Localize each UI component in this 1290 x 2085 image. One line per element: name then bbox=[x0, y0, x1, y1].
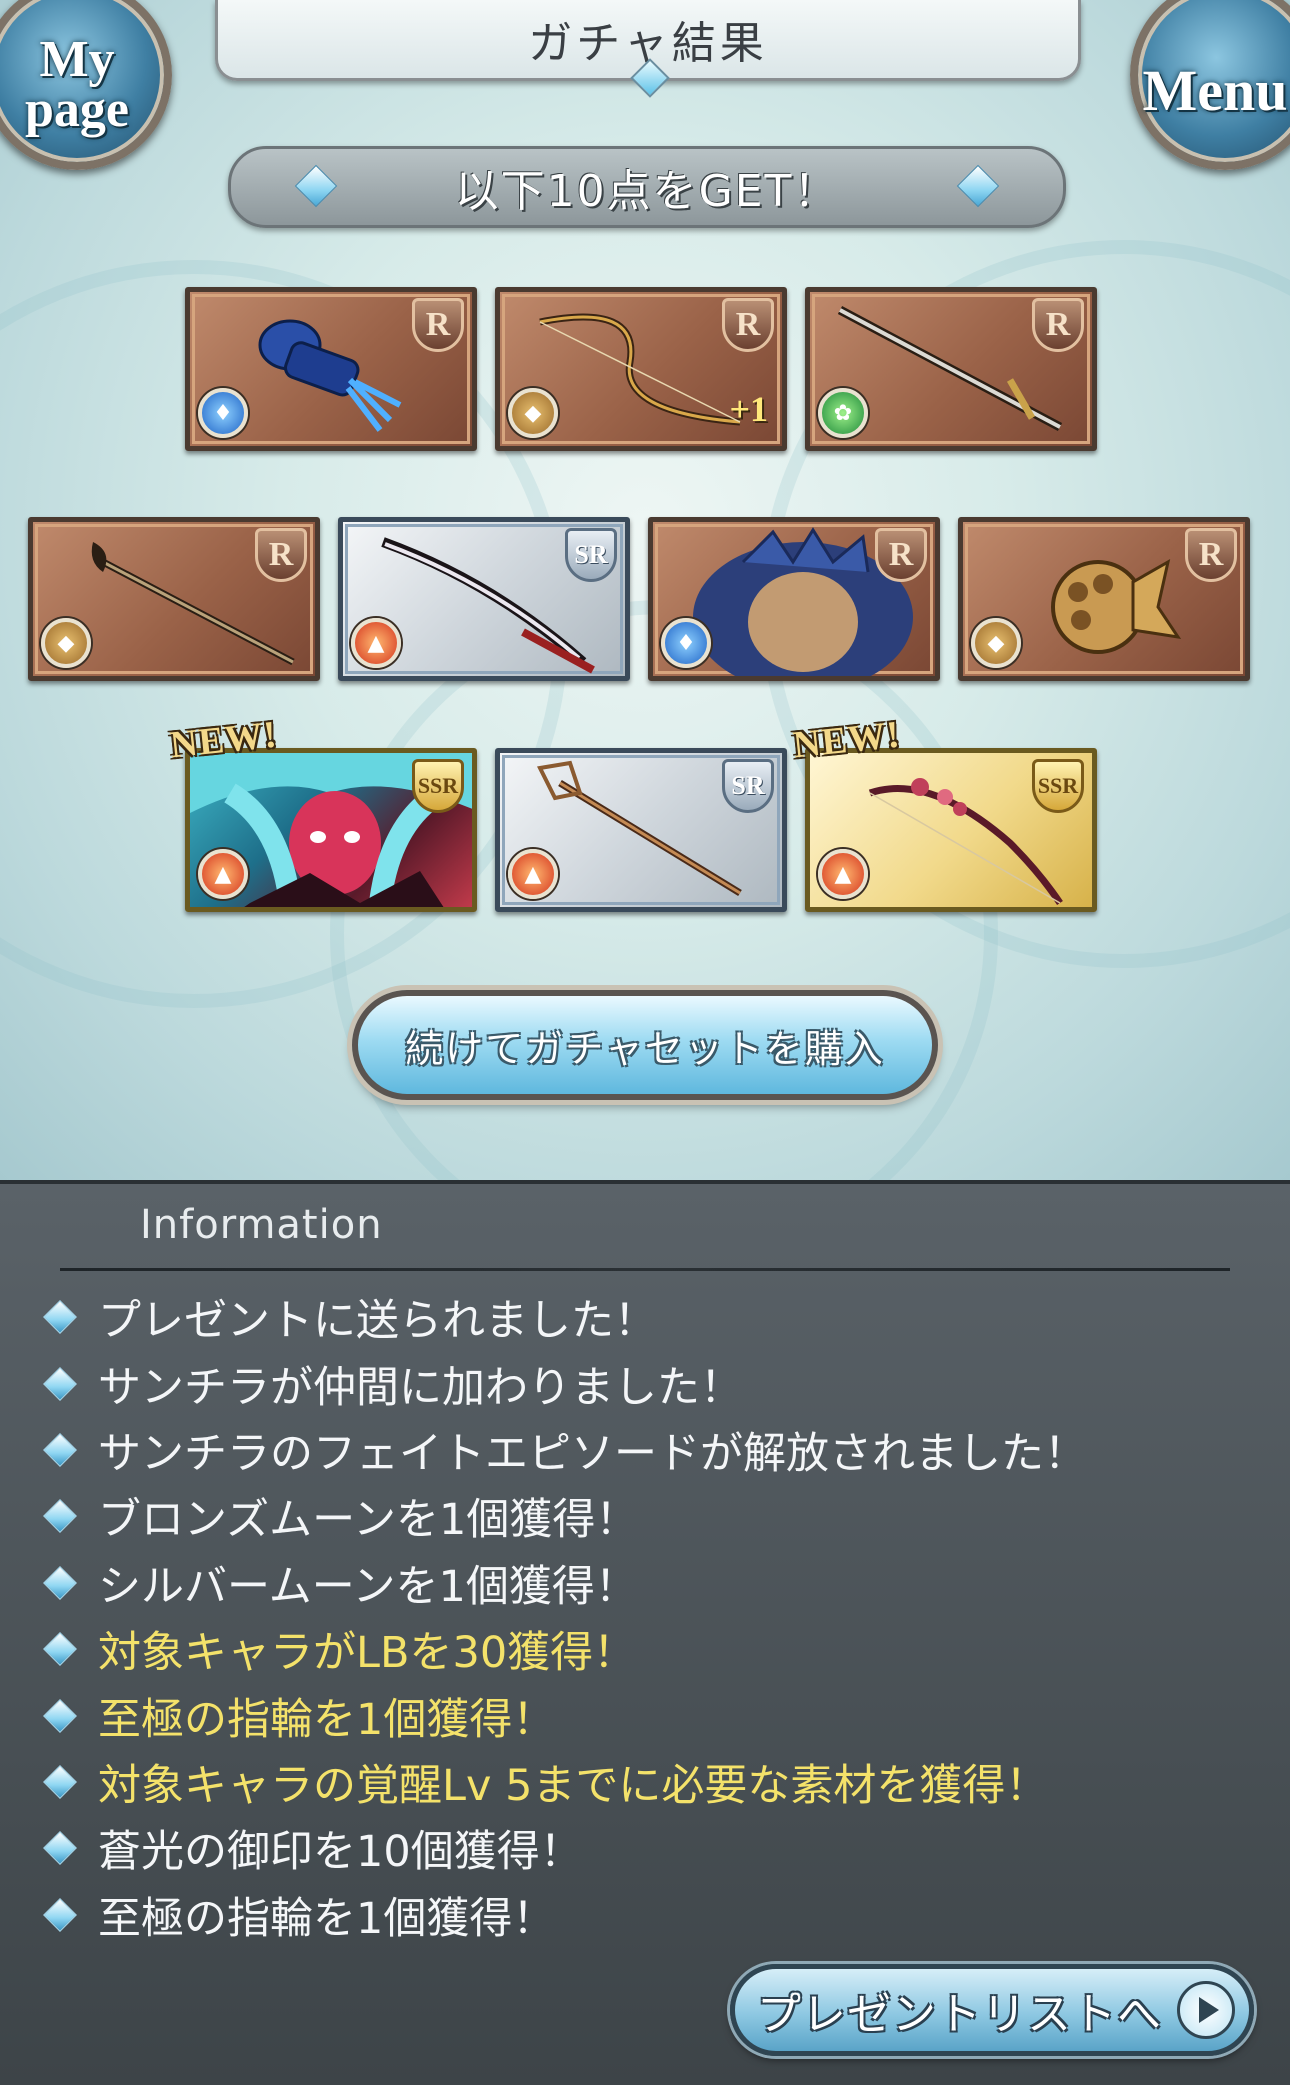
buy-gacha-set-button[interactable]: 続けてガチャセットを購入 bbox=[352, 990, 938, 1100]
info-item: サンチラが仲間に加わりました！ bbox=[38, 1350, 1258, 1416]
info-item: サンチラのフェイトエピソードが解放されました！ bbox=[38, 1417, 1258, 1483]
earth-element-icon: ◆ bbox=[971, 618, 1021, 668]
info-item: シルバームーンを1個獲得！ bbox=[38, 1550, 1258, 1616]
earth-element-icon: ◆ bbox=[41, 618, 91, 668]
result-card[interactable]: R ◆ bbox=[958, 517, 1250, 681]
info-item-text: 至極の指輪を1個獲得！ bbox=[98, 1694, 556, 1745]
info-item-text: 対象キャラがLBを30獲得！ bbox=[98, 1628, 637, 1679]
result-card[interactable]: R ◆ bbox=[28, 517, 320, 681]
info-item: 至極の指輪を1個獲得！ bbox=[38, 1682, 1258, 1748]
rarity-badge: R bbox=[1032, 298, 1084, 352]
play-arrow-icon bbox=[1177, 1981, 1235, 2039]
water-element-icon: ♦ bbox=[198, 388, 248, 438]
divider bbox=[60, 1268, 1230, 1271]
rarity-badge: R bbox=[1185, 528, 1237, 582]
rarity-badge: R bbox=[722, 298, 774, 352]
buy-gacha-set-label: 続けてガチャセットを購入 bbox=[405, 1026, 885, 1071]
diamond-bullet-icon bbox=[43, 1764, 77, 1799]
diamond-bullet-icon bbox=[43, 1300, 77, 1335]
result-card[interactable]: R ♦ bbox=[185, 287, 477, 451]
info-item: 至極の指輪を1個獲得！ bbox=[38, 1882, 1258, 1948]
fire-element-icon: ▲ bbox=[508, 849, 558, 899]
present-list-label: プレゼントリストへ bbox=[757, 1989, 1162, 2040]
info-item-text: サンチラのフェイトエピソードが解放されました！ bbox=[98, 1428, 1087, 1479]
info-item: プレゼントに送られました！ bbox=[38, 1284, 1258, 1350]
rarity-badge: R bbox=[875, 528, 927, 582]
rarity-badge: SSR bbox=[1032, 759, 1084, 813]
result-banner: 以下10点をGET！ bbox=[228, 146, 1066, 228]
rarity-badge: R bbox=[412, 298, 464, 352]
diamond-bullet-icon bbox=[43, 1432, 77, 1467]
info-item-text: 蒼光の御印を10個獲得！ bbox=[98, 1827, 583, 1878]
info-item: 対象キャラの覚醒Lv 5までに必要な素材を獲得！ bbox=[38, 1749, 1258, 1815]
information-panel: Information プレゼントに送られました！ サンチラが仲間に加わりました… bbox=[0, 1180, 1290, 2085]
fire-element-icon: ▲ bbox=[818, 849, 868, 899]
diamond-bullet-icon bbox=[43, 1565, 77, 1600]
result-card[interactable]: SR ▲ bbox=[495, 748, 787, 912]
water-element-icon: ♦ bbox=[661, 618, 711, 668]
rarity-badge: SSR bbox=[412, 759, 464, 813]
info-item: 蒼光の御印を10個獲得！ bbox=[38, 1815, 1258, 1881]
info-item-text: ブロンズムーンを1個獲得！ bbox=[98, 1495, 639, 1546]
info-item-text: 対象キャラの覚醒Lv 5までに必要な素材を獲得！ bbox=[98, 1760, 1049, 1811]
information-list: プレゼントに送られました！ サンチラが仲間に加わりました！ サンチラのフェイトエ… bbox=[38, 1284, 1258, 1948]
menu-button[interactable]: Menu bbox=[1130, 0, 1290, 170]
diamond-icon bbox=[956, 164, 1000, 208]
wind-element-icon: ✿ bbox=[818, 388, 868, 438]
result-card[interactable]: R ✿ bbox=[805, 287, 1097, 451]
diamond-bullet-icon bbox=[43, 1831, 77, 1866]
plus-bonus-label: +1 bbox=[729, 389, 768, 429]
diamond-icon bbox=[294, 164, 338, 208]
rarity-badge: SR bbox=[565, 528, 617, 582]
rarity-badge: SR bbox=[722, 759, 774, 813]
info-item-text: シルバームーンを1個獲得！ bbox=[98, 1561, 638, 1612]
present-list-button[interactable]: プレゼントリストへ bbox=[730, 1964, 1254, 2056]
result-banner-text: 以下10点をGET！ bbox=[454, 166, 840, 217]
info-item-text: 至極の指輪を1個獲得！ bbox=[98, 1893, 556, 1944]
diamond-bullet-icon bbox=[43, 1366, 77, 1401]
fire-element-icon: ▲ bbox=[198, 849, 248, 899]
result-card[interactable]: R ◆ +1 bbox=[495, 287, 787, 451]
fire-element-icon: ▲ bbox=[351, 618, 401, 668]
info-item: 対象キャラがLBを30獲得！ bbox=[38, 1616, 1258, 1682]
diamond-bullet-icon bbox=[43, 1698, 77, 1733]
gacha-result-scene: ガチャ結果 My page Menu 以下10点をGET！ R ♦ R ◆ +1 bbox=[0, 0, 1290, 1180]
info-item-text: プレゼントに送られました！ bbox=[98, 1296, 657, 1347]
earth-element-icon: ◆ bbox=[508, 388, 558, 438]
information-title: Information bbox=[140, 1202, 383, 1248]
info-item: ブロンズムーンを1個獲得！ bbox=[38, 1483, 1258, 1549]
result-card[interactable]: SSR ▲ bbox=[185, 748, 477, 912]
diamond-bullet-icon bbox=[43, 1897, 77, 1932]
mypage-button[interactable]: My page bbox=[0, 0, 172, 170]
result-card[interactable]: SR ▲ bbox=[338, 517, 630, 681]
rarity-badge: R bbox=[255, 528, 307, 582]
diamond-bullet-icon bbox=[43, 1499, 77, 1534]
diamond-bullet-icon bbox=[43, 1632, 77, 1667]
title-bar: ガチャ結果 bbox=[215, 0, 1081, 98]
result-card[interactable]: SSR ▲ bbox=[805, 748, 1097, 912]
result-card[interactable]: R ♦ bbox=[648, 517, 940, 681]
info-item-text: サンチラが仲間に加わりました！ bbox=[98, 1362, 743, 1413]
